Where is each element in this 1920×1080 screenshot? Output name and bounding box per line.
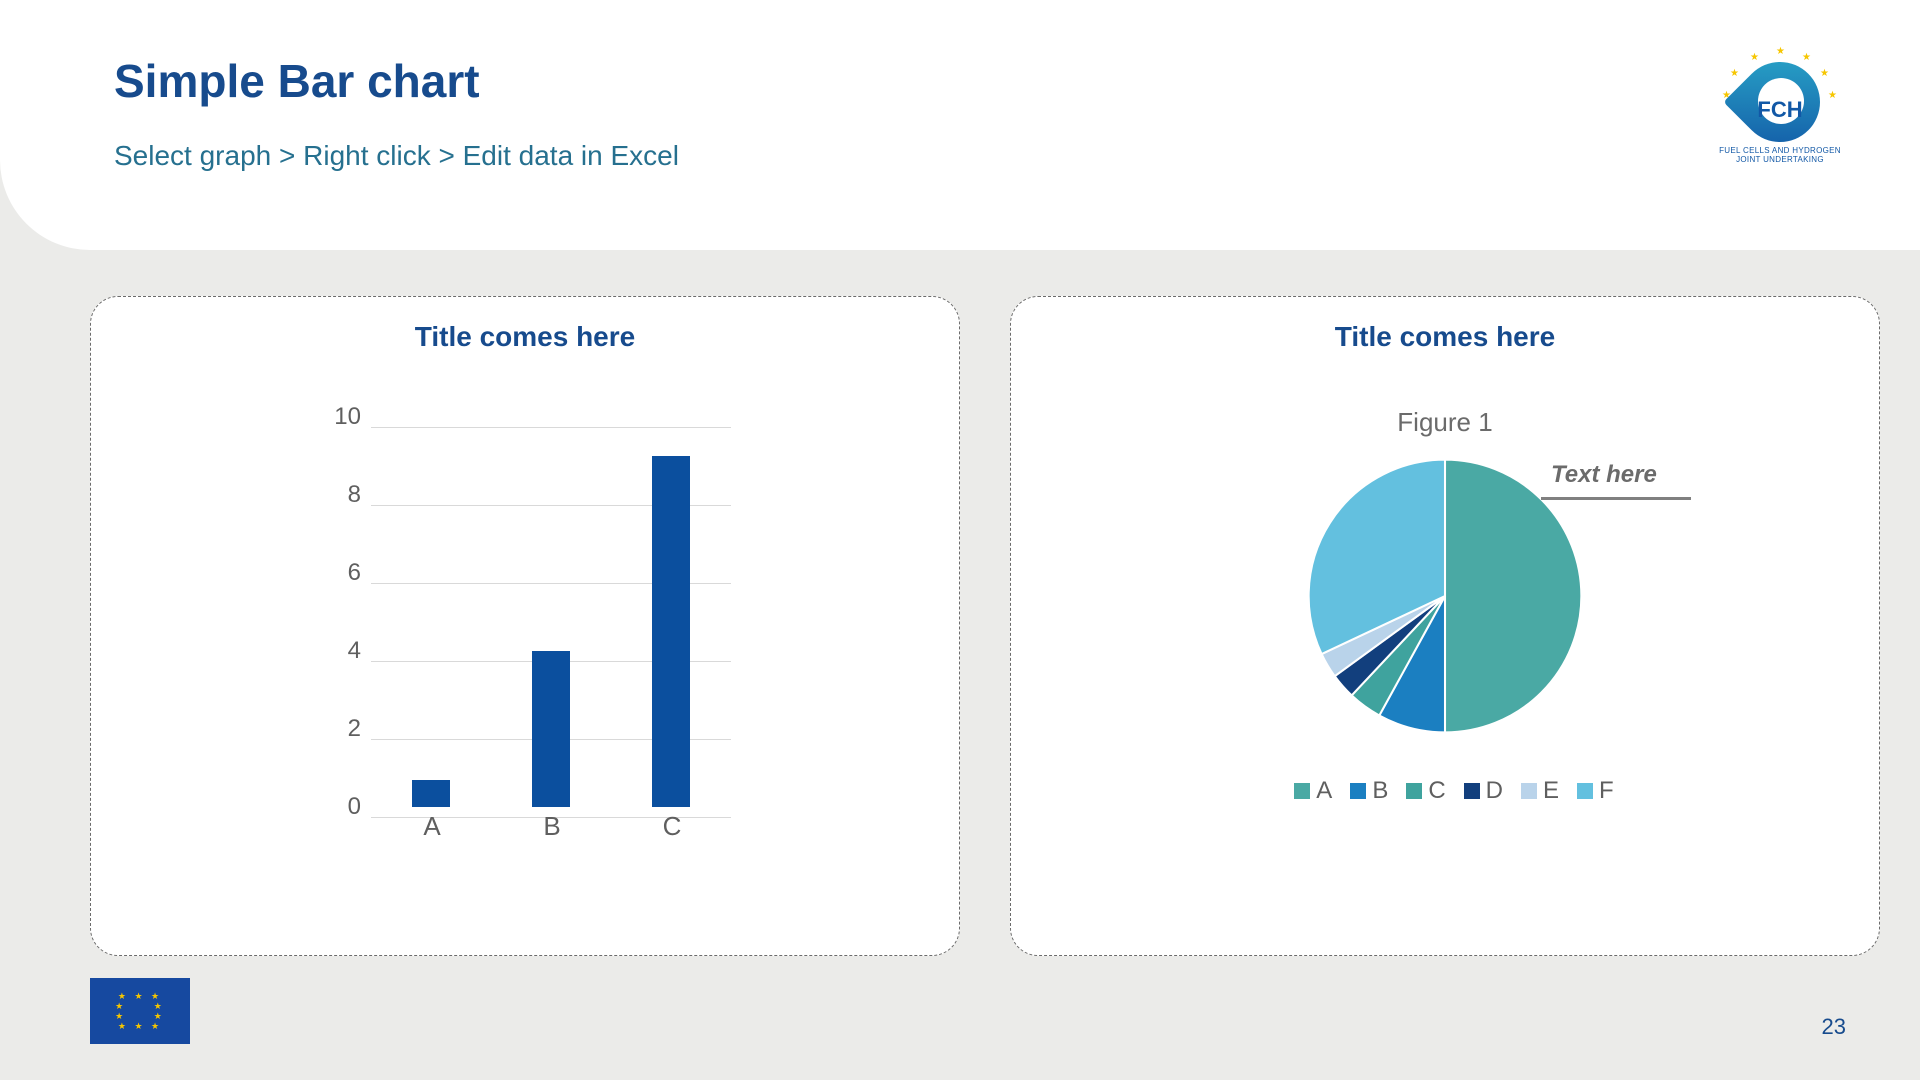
pie-slice-A: [1445, 460, 1581, 733]
page-title: Simple Bar chart: [114, 54, 480, 108]
bar-B: [532, 651, 570, 807]
legend-swatch-A: [1294, 783, 1310, 799]
bar-chart-title: Title comes here: [91, 321, 959, 353]
header-band: [0, 0, 1920, 250]
legend-label-F: F: [1599, 777, 1614, 804]
y-tick-label: 8: [301, 481, 361, 509]
legend-swatch-E: [1521, 783, 1537, 799]
bar-plot-area: [371, 417, 731, 807]
pie-legend: A B C D E F: [1011, 777, 1879, 805]
fch-logo: ★ ★ ★ ★ ★ ★ ★ FCH FUEL CELLS AND HYDROGE…: [1720, 50, 1840, 170]
legend-label-C: C: [1428, 777, 1445, 804]
y-tick-label: 4: [301, 637, 361, 665]
x-tick-label: A: [402, 811, 462, 842]
legend-swatch-F: [1577, 783, 1593, 799]
pie-figure-label: Figure 1: [1011, 407, 1879, 438]
pie-annotation: Text here: [1551, 461, 1657, 489]
y-tick-label: 0: [301, 793, 361, 821]
legend-label-A: A: [1316, 777, 1332, 804]
legend-swatch-D: [1464, 783, 1480, 799]
fch-logo-ring: FUEL CELLS AND HYDROGEN JOINT UNDERTAKIN…: [1714, 146, 1846, 164]
pie-chart: Figure 1 Text here ABCDEF: [1011, 407, 1879, 746]
bar-C: [652, 456, 690, 807]
legend-label-E: E: [1543, 777, 1559, 804]
page-number: 23: [1822, 1014, 1846, 1040]
page-subtitle: Select graph > Right click > Edit data i…: [114, 140, 679, 172]
pie-annotation-underline: [1541, 497, 1691, 500]
pie-chart-panel: Title comes here Figure 1 Text here ABCD…: [1010, 296, 1880, 956]
bar-chart-panel: Title comes here 0 2 4 6 8 10 A B C: [90, 296, 960, 956]
legend-swatch-B: [1350, 783, 1366, 799]
y-tick-label: 6: [301, 559, 361, 587]
y-tick-label: 2: [301, 715, 361, 743]
legend-label-D: D: [1486, 777, 1503, 804]
x-tick-label: C: [642, 811, 702, 842]
bar-A: [412, 780, 450, 807]
legend-label-B: B: [1372, 777, 1388, 804]
pie-chart-title: Title comes here: [1011, 321, 1879, 353]
x-tick-label: B: [522, 811, 582, 842]
legend-swatch-C: [1406, 783, 1422, 799]
eu-flag-icon: ★ ★ ★★ ★★ ★★ ★ ★: [90, 978, 190, 1044]
bar-chart: 0246810ABC: [281, 407, 741, 887]
gridline: [371, 427, 731, 428]
pie-svg: [1295, 446, 1595, 746]
y-tick-label: 10: [301, 403, 361, 431]
